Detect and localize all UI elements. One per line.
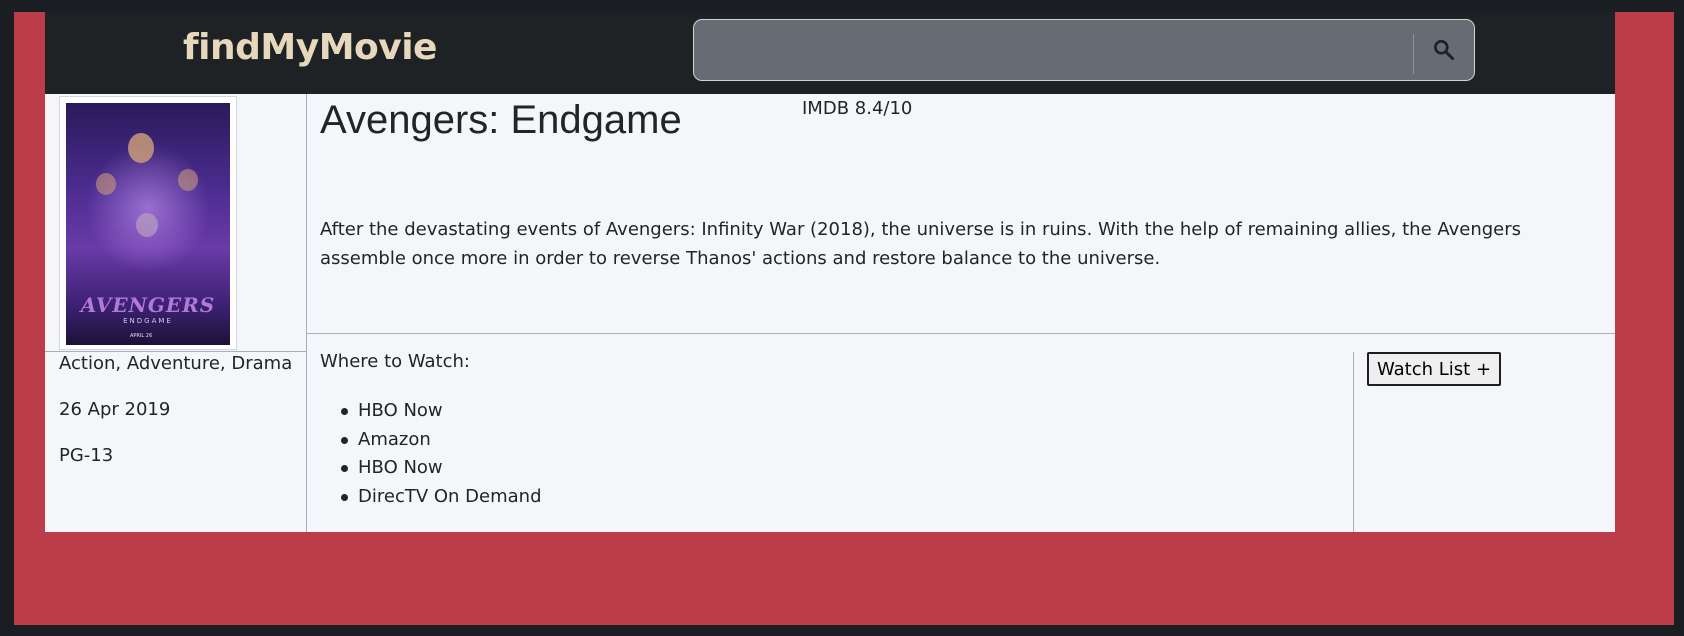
- navbar: findMyMovie: [45, 12, 1615, 94]
- search-button[interactable]: [1416, 26, 1472, 74]
- poster-cell: AVENGERS ENDGAME APRIL 26: [45, 94, 307, 352]
- release-date: 26 Apr 2019: [59, 399, 171, 420]
- movie-card: AVENGERS ENDGAME APRIL 26 Avengers: Endg…: [45, 94, 1615, 532]
- search-divider: [1413, 34, 1414, 74]
- imdb-rating: IMDB 8.4/10: [802, 98, 913, 119]
- poster-date: APRIL 26: [130, 333, 153, 339]
- brand-logo[interactable]: findMyMovie: [183, 24, 437, 72]
- provider-list: HBO Now Amazon HBO Now DirecTV On Demand: [320, 397, 542, 511]
- content-rating: PG-13: [59, 445, 114, 466]
- provider-item: HBO Now: [320, 454, 542, 483]
- movie-meta: Action, Adventure, Drama 26 Apr 2019 PG-…: [45, 352, 307, 532]
- search-bar: [693, 19, 1475, 81]
- poster-frame: AVENGERS ENDGAME APRIL 26: [59, 96, 237, 350]
- search-input[interactable]: [704, 28, 1398, 74]
- provider-item: DirecTV On Demand: [320, 483, 542, 512]
- where-to-watch: Where to Watch: HBO Now Amazon HBO Now D…: [307, 334, 1354, 532]
- add-to-watchlist-button[interactable]: Watch List +: [1367, 352, 1502, 386]
- provider-item: HBO Now: [320, 397, 542, 426]
- poster-logo: AVENGERS: [80, 293, 216, 317]
- poster-subtitle: ENDGAME: [123, 317, 173, 325]
- where-to-watch-heading: Where to Watch:: [320, 351, 470, 372]
- movie-poster: AVENGERS ENDGAME APRIL 26: [66, 103, 230, 345]
- search-icon: [1434, 40, 1455, 61]
- movie-info: Avengers: Endgame IMDB 8.4/10 After the …: [307, 94, 1615, 334]
- provider-item: Amazon: [320, 426, 542, 455]
- movie-plot: After the devastating events of Avengers…: [320, 219, 1522, 269]
- watchlist-panel: Watch List +: [1353, 352, 1615, 532]
- movie-title: Avengers: Endgame: [320, 98, 682, 142]
- movie-genres: Action, Adventure, Drama: [59, 353, 293, 374]
